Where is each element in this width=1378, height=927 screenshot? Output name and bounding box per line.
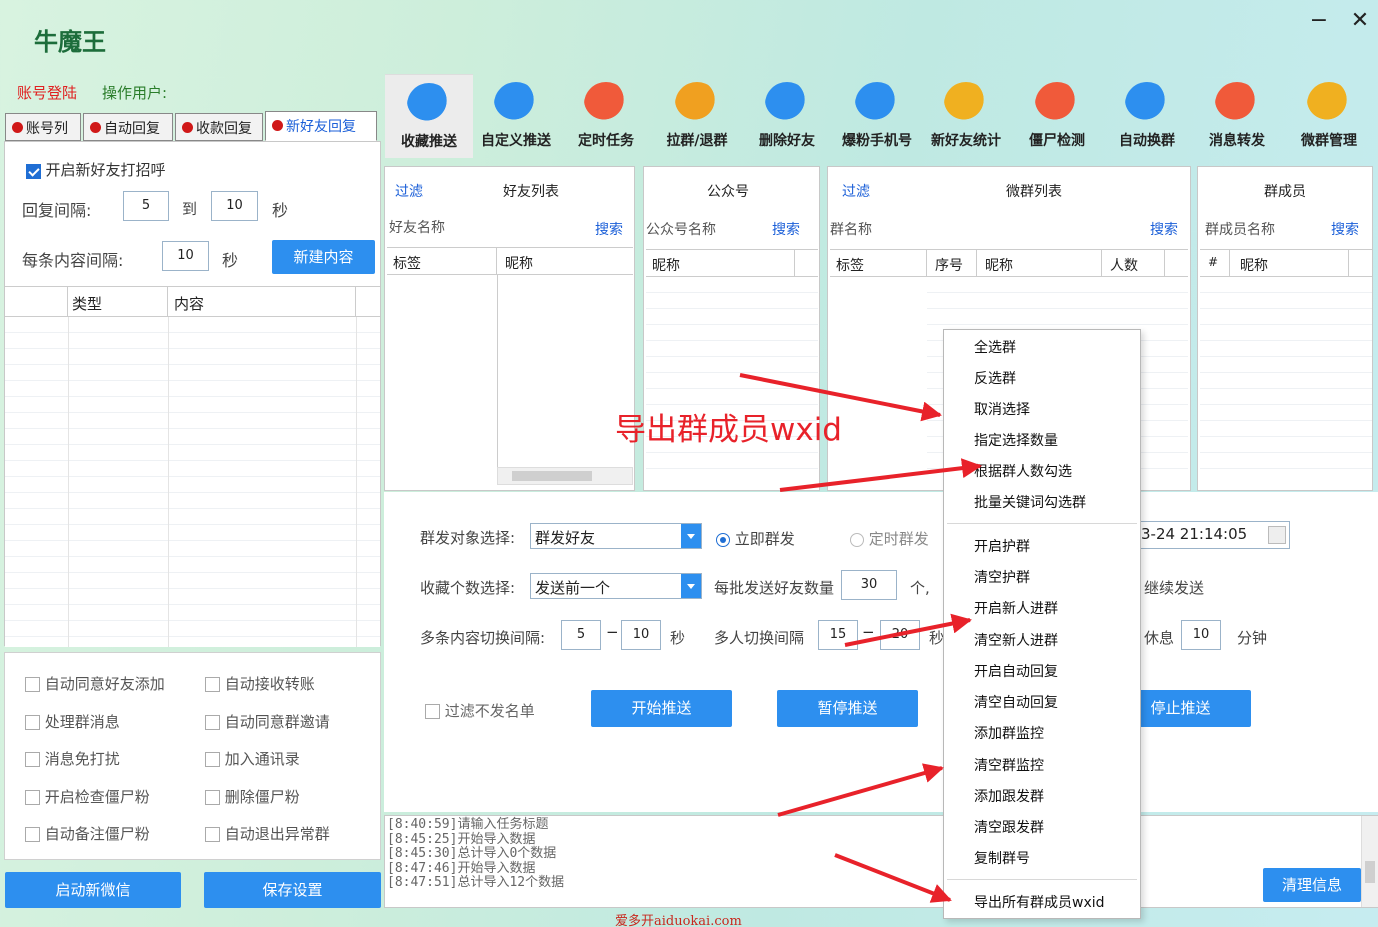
annotation-arrows [739, 373, 982, 903]
arrow-to-newcomer [844, 613, 972, 647]
arrow-to-select-by-members [779, 458, 982, 492]
annotation-text: 导出群成员wxid [615, 412, 842, 448]
watermark: 爱多开aiduokai.com [615, 914, 742, 927]
arrow-to-monitor [777, 763, 944, 817]
arrow-to-export [834, 853, 952, 903]
